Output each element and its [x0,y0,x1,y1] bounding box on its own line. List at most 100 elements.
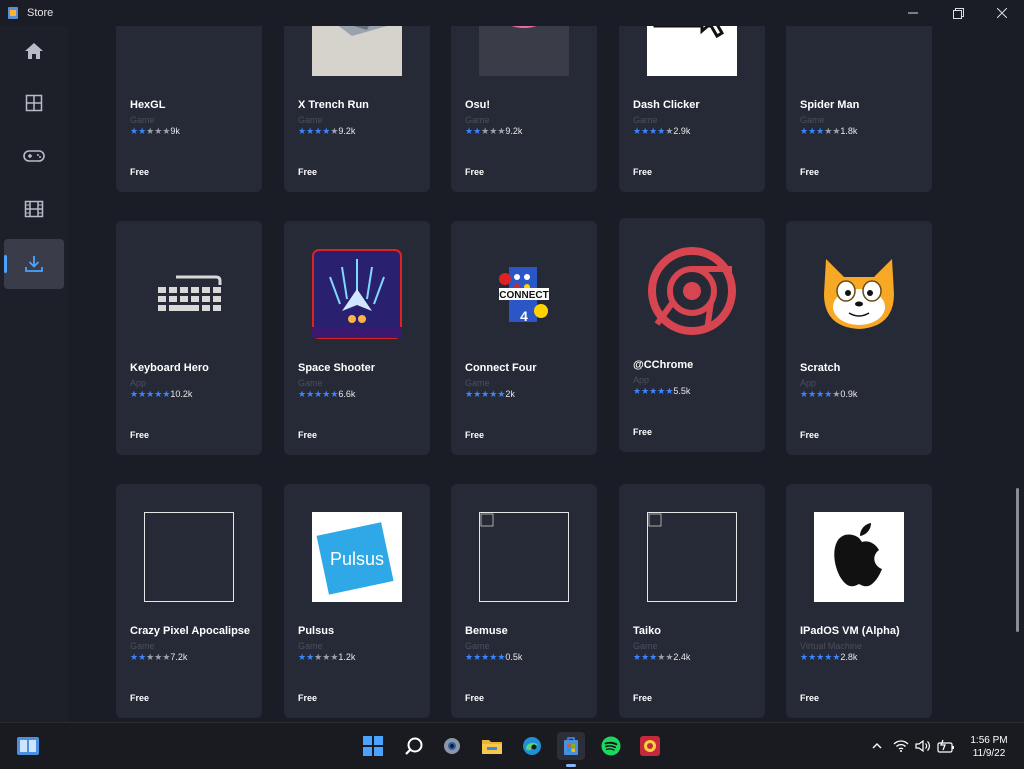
space-shooter-thumbnail [312,249,402,339]
tray-expand-button[interactable] [864,732,890,760]
wifi-icon [893,740,909,752]
rating-count: 0.5k [505,652,523,662]
rating-count: 5.5k [673,386,691,396]
search-button[interactable] [400,732,428,760]
gamepad-icon [23,150,45,162]
app-category: Game [465,115,490,125]
app-card[interactable]: @CChrome App ★★★★★5.5k Free [619,218,765,452]
rating-count: 1.8k [840,126,858,136]
app-name: Connect Four [465,362,537,374]
app-card[interactable]: Bemuse Game ★★★★★0.5k Free [451,484,597,718]
app-card[interactable]: CONNECT 4 Connect Four Game ★★★★★2k Free [451,221,597,455]
app-category: Game [298,641,323,651]
app-thumbnail [479,512,569,602]
star-icon: ★ [633,126,642,136]
app-rating: ★★★★★2.9k [633,126,690,137]
star-icon: ★ [130,389,139,399]
app-price: Free [800,430,820,440]
star-icon: ★ [641,126,650,136]
app-rating: ★★★★★9.2k [298,126,355,137]
app-thumbnail [647,26,737,76]
app-name: Keyboard Hero [130,362,209,374]
app-price: Free [800,167,820,177]
app-card[interactable]: Scratch App ★★★★★0.9k Free [786,221,932,455]
rating-count: 9k [170,126,180,136]
app-category: Game [633,641,658,651]
app-card[interactable]: X Trench Run Game ★★★★★9.2k Free [284,26,430,192]
svg-text:4: 4 [520,308,528,324]
star-icon: ★ [641,652,650,662]
spotify-icon [601,736,621,756]
xtrench-thumbnail [312,26,402,76]
minimize-button[interactable] [890,0,936,26]
scrollbar[interactable] [1016,488,1019,632]
app-card[interactable]: Pulsus Pulsus Game ★★★★★1.2k Free [284,484,430,718]
star-icon: ★ [465,652,474,662]
nav-games[interactable] [4,131,64,181]
star-icon: ★ [633,386,642,396]
battery-button[interactable] [933,732,959,760]
nav-downloads[interactable] [4,239,64,289]
taskbar-clock[interactable]: 1:56 PM 11/9/22 [962,734,1016,760]
app-rating: ★★★★★6.6k [298,389,355,400]
app-category: App [130,378,147,388]
app-price: Free [130,430,150,440]
rating-count: 10.2k [170,389,193,399]
app-thumbnail [814,26,904,76]
app-card[interactable]: osu!Osu!Game★★★★★9.2kFree [451,26,597,192]
star-icon: ★ [800,652,809,662]
app-rating: ★★★★★2.4k [633,652,690,663]
osu-thumbnail: osu! [479,26,569,76]
app-rating: ★★★★★9k [130,126,180,137]
rating-count: 9.2k [505,126,523,136]
star-icon: ★ [465,126,474,136]
app-thumbnail [144,249,234,339]
restore-button[interactable] [935,0,981,26]
store-button[interactable] [557,732,585,760]
close-button[interactable] [979,0,1024,26]
app-name: HexGL [130,99,166,111]
app-card[interactable]: Spider Man Game ★★★★★1.8k Free [786,26,932,192]
spotify-button[interactable] [597,732,625,760]
app-card[interactable]: Keyboard Hero App ★★★★★10.2k Free [116,221,262,455]
app-thumbnail [144,26,234,76]
star-icon: ★ [298,389,307,399]
app-card[interactable]: HexGL Game ★★★★★9k Free [116,26,262,192]
app-name: Taiko [633,625,661,637]
edge-button[interactable] [518,732,546,760]
widgets-button[interactable] [14,732,42,760]
app-thumbnail [312,26,402,76]
star-icon: ★ [641,386,650,396]
volume-icon [915,740,930,752]
nav-home[interactable] [4,26,64,76]
keyboard-hero-thumbnail [144,249,234,339]
game-icon [640,736,660,756]
app-card[interactable]: IPadOS VM (Alpha) Virtual Machine ★★★★★2.8… [786,484,932,718]
app-thumbnail [814,249,904,339]
nav-apps[interactable] [4,78,64,128]
app-category: App [800,378,817,388]
rating-count: 2.8k [840,652,858,662]
app-card[interactable]: Crazy Pixel Apocalipse Game ★★★★★7.2k Free [116,484,262,718]
app-category: Game [800,115,825,125]
ipados-thumbnail [814,512,904,602]
app-rating: ★★★★★9.2k [465,126,522,137]
app-thumbnail: CONNECT 4 [479,249,569,339]
app-rating: ★★★★★0.5k [465,652,522,663]
nav-movies[interactable] [4,184,64,234]
app-name: Scratch [800,362,841,374]
start-button[interactable] [359,732,387,760]
cchrome-thumbnail [647,246,737,336]
star-icon: ★ [306,652,315,662]
app-name: @CChrome [633,359,694,371]
app-card[interactable]: Space Shooter Game ★★★★★6.6k Free [284,221,430,455]
settings-button[interactable] [438,732,466,760]
app-name: Bemuse [465,625,508,637]
game-launcher-button[interactable] [636,732,664,760]
start-icon [363,736,383,756]
app-name: Dash Clicker [633,99,700,111]
file-explorer-button[interactable] [478,732,506,760]
app-card[interactable]: Taiko Game ★★★★★2.4k Free [619,484,765,718]
app-price: Free [298,693,318,703]
app-card[interactable]: Dash Clicker Game ★★★★★2.9k Free [619,26,765,192]
